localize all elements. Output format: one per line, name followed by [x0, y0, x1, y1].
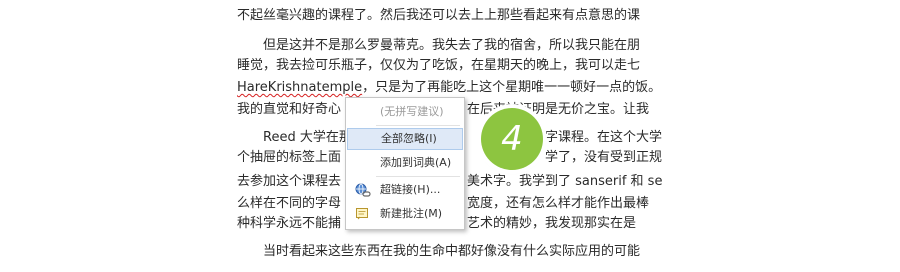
- ignore-all-item[interactable]: 全部忽略(I): [347, 128, 463, 150]
- document-line: 美术字。我学到了 sanserif 和 se: [467, 174, 663, 189]
- menu-separator: [376, 125, 460, 126]
- document-line: 学了，没有受到正规: [545, 150, 663, 165]
- new-comment-label: 新建批注(M): [380, 207, 443, 220]
- new-comment-icon: [355, 207, 371, 221]
- document-line: 么样在不同的字母: [237, 196, 342, 211]
- misspelled-word[interactable]: HareKrishnatemple: [237, 80, 362, 95]
- document-line: 睡觉，我去捡可乐瓶子，仅仅为了吃饭，在星期天的晚上，我可以走七: [237, 58, 641, 73]
- document-line: 个抽屉的标签上面: [237, 150, 342, 165]
- spelling-context-menu: (无拼写建议) 全部忽略(I) 添加到词典(A) 超链接(H)... 新建批注(…: [345, 97, 465, 230]
- step-number-badge: 4: [481, 108, 543, 170]
- no-suggestions-item: (无拼写建议): [380, 105, 444, 118]
- new-comment-item[interactable]: 新建批注(M): [347, 203, 463, 225]
- document-line: 字课程。在这个大学: [545, 130, 663, 145]
- document-line: 艺术的精妙，我发现那实在是: [467, 216, 637, 231]
- document-line: HareKrishnatemple，只是为了再能吃上这个星期唯一一顿好一点的饭。: [237, 78, 667, 98]
- document-line: 宽度，还有怎么样才能作出最棒: [467, 196, 650, 211]
- document-line: 当时看起来这些东西在我的生命中都好像没有什么实际应用的可能: [263, 244, 641, 259]
- hyperlink-item[interactable]: 超链接(H)...: [347, 179, 463, 201]
- document-line-text: ，只是为了再能吃上这个星期唯一一顿好一点的饭。: [362, 80, 662, 95]
- document-line: Reed 大学在那: [263, 130, 345, 145]
- document-line: 种科学永远不能捕: [237, 216, 342, 231]
- document-line: 但是这并不是那么罗曼蒂克。我失去了我的宿舍，所以我只能在朋: [263, 38, 641, 53]
- add-to-dictionary-item[interactable]: 添加到词典(A): [347, 152, 463, 174]
- hyperlink-label: 超链接(H)...: [380, 183, 441, 196]
- document-line: 去参加这个课程去: [237, 174, 342, 189]
- hyperlink-icon: [355, 183, 371, 197]
- document-line: 不起丝毫兴趣的课程了。然后我还可以去上上那些看起来有点意思的课: [237, 8, 641, 23]
- menu-separator: [376, 176, 460, 177]
